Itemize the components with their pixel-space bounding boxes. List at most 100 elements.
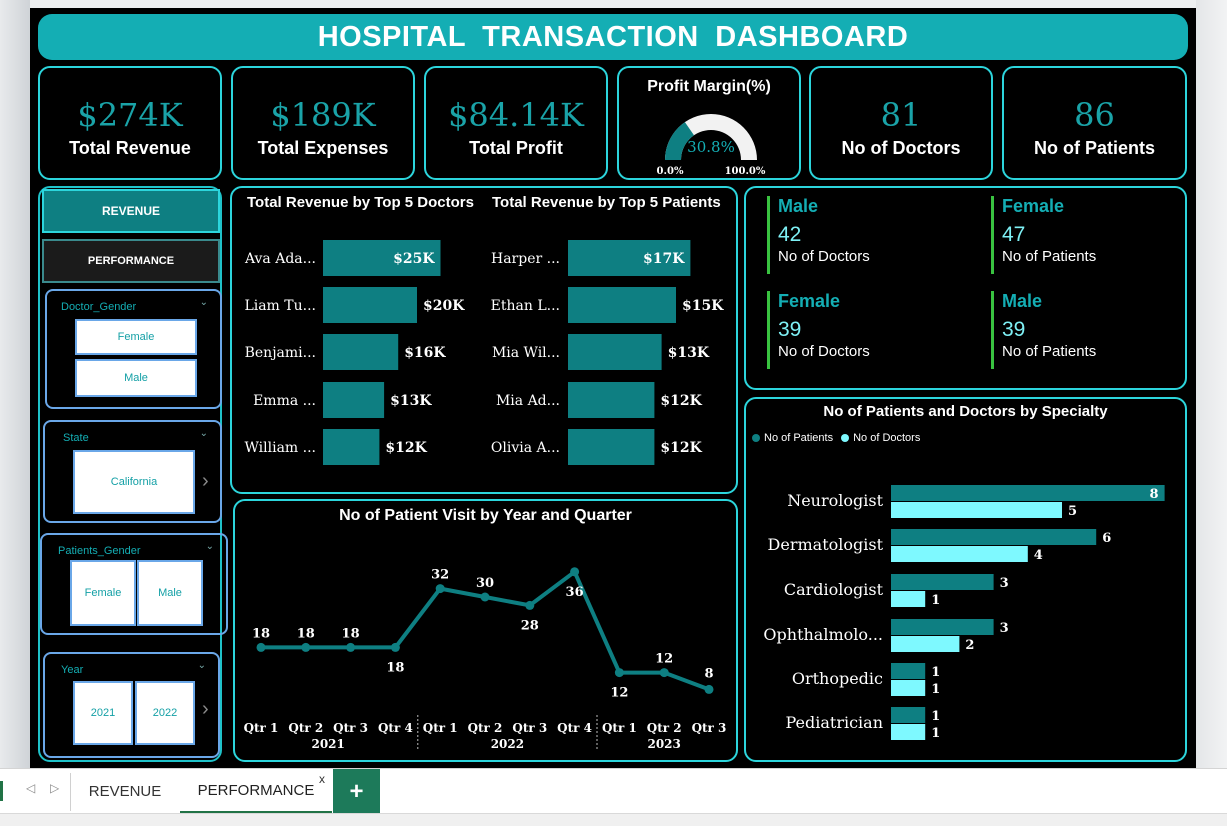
data-point — [480, 592, 490, 602]
stat-value: 47 — [1002, 223, 1026, 246]
tab-performance[interactable]: PERFORMANCE — [180, 769, 332, 814]
data-label: 8 — [704, 666, 713, 681]
data-label: 36 — [566, 585, 584, 600]
value-label-doctors: 2 — [965, 638, 974, 653]
stat-value: 42 — [778, 223, 802, 246]
bar-value-label: $12K — [660, 440, 702, 456]
dashboard-title: HOSPITAL TRANSACTION DASHBOARD — [38, 14, 1188, 60]
stat-head: Male — [778, 196, 819, 216]
category-label: Pediatrician — [785, 713, 883, 732]
revenue-page-button[interactable]: REVENUE — [42, 189, 220, 233]
chevron-right-icon[interactable]: › — [202, 698, 209, 721]
chevron-right-icon[interactable]: › — [202, 470, 209, 493]
bar-patients — [891, 707, 926, 723]
chevron-down-icon[interactable]: ⌄ — [200, 297, 208, 308]
category-label: Cardiologist — [784, 580, 884, 599]
kpi-value: $189K — [270, 96, 376, 134]
tab-scroll-left-icon[interactable]: ◁ — [26, 781, 35, 795]
bar-doctors — [891, 680, 926, 696]
slicer-option-female[interactable]: Female — [70, 560, 136, 626]
data-label: 18 — [386, 660, 404, 675]
workbook-background-right — [1196, 0, 1227, 768]
value-label-patients: 3 — [1000, 576, 1009, 591]
bar-doctors — [891, 546, 1028, 562]
performance-page-button[interactable]: PERFORMANCE — [42, 239, 220, 283]
x-tick-label: Qtr 3 — [692, 721, 727, 735]
bar-category-label: Olivia A... — [491, 440, 560, 456]
slicer-option-male[interactable]: Male — [75, 359, 197, 397]
x-group-label: 2022 — [491, 737, 524, 751]
data-point — [346, 642, 356, 652]
bar-value-label: $16K — [404, 345, 446, 361]
gauge-max-label: 100.0% — [725, 166, 766, 177]
stat-head: Female — [778, 291, 841, 311]
status-bar — [0, 813, 1227, 826]
add-sheet-button[interactable]: + — [333, 769, 380, 814]
stat-label: No of Patients — [1002, 343, 1097, 360]
kpi-value: $274K — [77, 96, 183, 134]
top-strip — [0, 0, 1227, 8]
category-label: Dermatologist — [768, 535, 884, 554]
slicer-option-2022[interactable]: 2022 — [135, 681, 195, 745]
chevron-down-icon[interactable]: ⌄ — [198, 660, 206, 671]
bar — [568, 334, 662, 370]
kpi-label: Total Revenue — [69, 138, 191, 158]
tab-scroll-right-icon[interactable]: ▷ — [50, 781, 59, 795]
kpi-total-profit: $84.14K Total Profit — [424, 66, 608, 180]
bar-patients — [891, 619, 994, 635]
bar-doctors — [891, 724, 926, 740]
data-label: 18 — [297, 626, 315, 641]
specialty-bar-chart: Neurologist 8 5 Dermatologist 6 4 Cardiologist… — [763, 485, 1165, 741]
bar — [323, 429, 380, 465]
doctor-gender-slicer: Doctor_Gender ⌄ Female Male — [45, 289, 222, 409]
data-label: 12 — [655, 652, 673, 667]
bar-category-label: Mia Ad... — [496, 393, 560, 409]
kpi-label: No of Patients — [1033, 138, 1155, 158]
bar-doctors — [891, 591, 926, 607]
specialty-panel: No of Patients and Doctors by Specialty … — [744, 397, 1187, 762]
top5-bar-charts: Ava Ada... $25K Liam Tu... $20K Benjami... $1… — [244, 240, 724, 465]
data-label: 32 — [431, 568, 449, 583]
stat-value: 39 — [778, 318, 802, 341]
chevron-down-icon[interactable]: ⌄ — [200, 428, 208, 439]
data-point — [525, 600, 535, 610]
x-tick-label: Qtr 3 — [333, 721, 368, 735]
value-label-doctors: 4 — [1034, 548, 1043, 563]
slicer-option-male[interactable]: Male — [137, 560, 203, 626]
dashboard-canvas: HOSPITAL TRANSACTION DASHBOARD $274K Tot… — [30, 8, 1196, 768]
stat-value: 39 — [1002, 318, 1026, 341]
profit-margin-gauge: 30.8% 0.0% 100.0% — [657, 114, 766, 177]
stat-female-patients: Female 47 No of Patients — [991, 196, 1096, 274]
bar — [568, 382, 655, 418]
tab-bar-indicator — [0, 781, 3, 801]
slicer-title: State — [63, 432, 89, 444]
bar-patients — [891, 663, 926, 679]
kpi-label: Total Expenses — [257, 138, 389, 158]
gauge-value-label: 30.8% — [687, 138, 735, 156]
data-point — [301, 642, 311, 652]
data-point — [704, 684, 714, 694]
stat-label: No of Doctors — [778, 248, 870, 265]
workbook-background-left — [0, 0, 30, 768]
bar-doctors — [891, 636, 960, 652]
stat-male-patients: Male 39 No of Patients — [991, 291, 1096, 369]
bar-category-label: Emma ... — [253, 393, 316, 409]
x-tick-label: Qtr 1 — [244, 721, 279, 735]
kpi-label: Total Profit — [469, 138, 563, 158]
slicer-option-2021[interactable]: 2021 — [73, 681, 133, 745]
bar — [568, 287, 676, 323]
x-tick-label: Qtr 1 — [423, 721, 458, 735]
value-label-doctors: 1 — [931, 726, 940, 741]
slicer-option-california[interactable]: California — [73, 450, 195, 514]
category-label: Neurologist — [787, 491, 883, 510]
slicer-option-female[interactable]: Female — [75, 319, 197, 355]
kpi-total-expenses: $189K Total Expenses — [231, 66, 415, 180]
bar — [323, 287, 417, 323]
bar — [568, 429, 655, 465]
x-group-label: 2021 — [311, 737, 344, 751]
data-point — [435, 584, 445, 594]
tab-close-icon[interactable]: x — [319, 772, 325, 786]
tab-revenue[interactable]: REVENUE — [70, 769, 180, 814]
stat-label: No of Patients — [1002, 248, 1097, 265]
chevron-down-icon[interactable]: ⌄ — [206, 541, 214, 552]
